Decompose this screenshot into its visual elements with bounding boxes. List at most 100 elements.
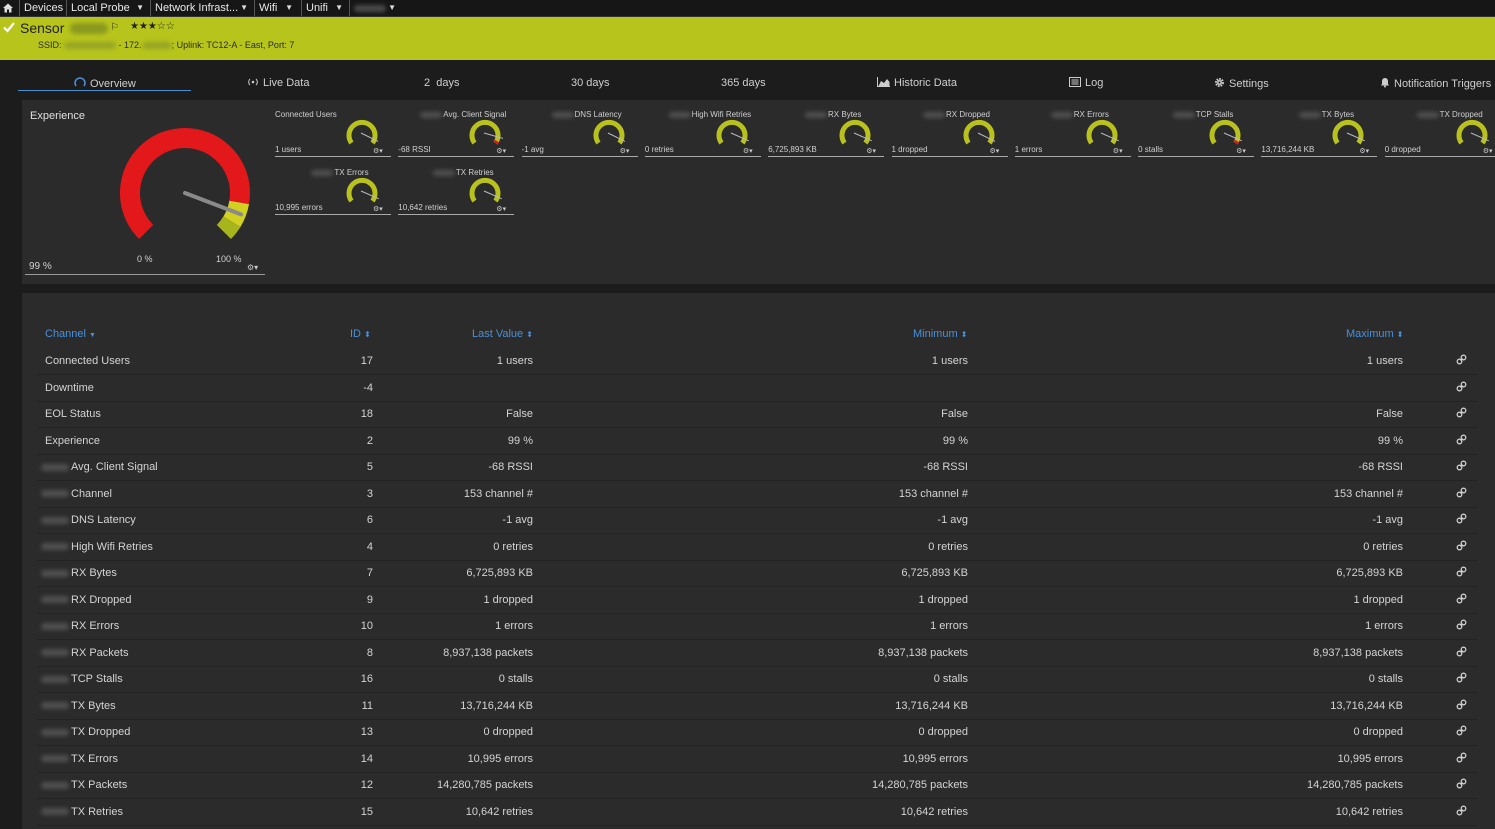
mini-gauge-tx-retries[interactable]: TX Retries 10,642 retries ⚙▾ — [398, 168, 515, 220]
table-row[interactable]: RX Errors 10 1 errors 1 errors 1 errors — [37, 613, 1477, 640]
column-header-minimum[interactable]: Minimum ⬍ — [913, 328, 967, 340]
column-header-channel[interactable]: Channel ▼ — [45, 328, 96, 340]
caret-down-icon[interactable]: ▼ — [388, 0, 396, 16]
table-row[interactable]: TX Dropped 13 0 dropped 0 dropped 0 dropped — [37, 719, 1477, 746]
mini-gauge-dns-latency[interactable]: DNS Latency -1 avg ⚙▾ — [521, 110, 638, 162]
breadcrumb-unifi[interactable]: Unifi ▼ — [301, 0, 349, 16]
link-icon[interactable] — [1456, 593, 1467, 604]
link-icon[interactable] — [1456, 566, 1467, 577]
tab-notification-triggers[interactable]: Notification Triggers — [1380, 77, 1491, 90]
breadcrumb-wifi[interactable]: Wifi ▼ — [254, 0, 299, 16]
pin-icon[interactable]: ▾ — [872, 148, 876, 155]
caret-down-icon[interactable]: ▼ — [335, 0, 343, 16]
mini-gauge-tools[interactable]: ⚙▾ — [1113, 147, 1123, 155]
mini-gauge-tx-dropped[interactable]: TX Dropped 0 dropped ⚙▾ — [1384, 110, 1495, 162]
caret-down-icon[interactable]: ▼ — [136, 0, 144, 16]
channel-name-cell[interactable]: TX Errors — [41, 753, 118, 765]
experience-gauge[interactable] — [105, 118, 265, 248]
link-icon[interactable] — [1456, 699, 1467, 710]
mini-gauge-tools[interactable]: ⚙▾ — [373, 147, 383, 155]
pin-icon[interactable]: ▾ — [1366, 148, 1370, 155]
tab-overview[interactable]: Overview — [74, 77, 136, 90]
channel-name-cell[interactable]: EOL Status — [45, 408, 101, 420]
mini-gauge-rx-dropped[interactable]: RX Dropped 1 dropped ⚙▾ — [891, 110, 1008, 162]
table-row[interactable]: Experience 2 99 % 99 % 99 % — [37, 428, 1477, 455]
breadcrumb-local-probe[interactable]: Local Probe ▼ — [66, 0, 150, 16]
table-row[interactable]: RX Packets 8 8,937,138 packets 8,937,138 pa… — [37, 640, 1477, 667]
link-icon[interactable] — [1456, 778, 1467, 789]
mini-gauge-tx-errors[interactable]: TX Errors 10,995 errors ⚙▾ — [275, 168, 391, 220]
mini-gauge-tools[interactable]: ⚙▾ — [1359, 147, 1369, 155]
channel-name-cell[interactable]: Channel — [41, 488, 112, 500]
link-icon[interactable] — [1456, 805, 1467, 816]
table-row[interactable]: High Wifi Retries 4 0 retries 0 retries 0 re… — [37, 534, 1477, 561]
link-icon[interactable] — [1456, 381, 1467, 392]
channel-name-cell[interactable]: RX Errors — [41, 620, 119, 632]
channel-name-cell[interactable]: RX Packets — [41, 647, 128, 659]
channel-name-cell[interactable]: Experience — [45, 435, 100, 447]
channel-name-cell[interactable]: TX Bytes — [41, 700, 116, 712]
table-row[interactable]: EOL Status 18 False False False — [37, 401, 1477, 428]
priority-stars[interactable]: ★★★☆☆ — [130, 21, 175, 32]
channel-name-cell[interactable]: TX Retries — [41, 806, 123, 818]
breadcrumb-devices[interactable]: Devices — [19, 0, 66, 16]
mini-gauge-connected-users[interactable]: Connected Users 1 users ⚙▾ — [275, 110, 391, 162]
channel-name-cell[interactable]: Avg. Client Signal — [41, 461, 158, 473]
pin-icon[interactable]: ▾ — [379, 206, 383, 213]
pin-icon[interactable]: ▾ — [254, 263, 258, 272]
table-row[interactable]: Channel 3 153 channel # 153 channel # 153 ch… — [37, 481, 1477, 508]
channel-name-cell[interactable]: TCP Stalls — [41, 673, 123, 685]
link-icon[interactable] — [1456, 460, 1467, 471]
pin-icon[interactable]: ▾ — [1119, 148, 1123, 155]
table-row[interactable]: RX Bytes 7 6,725,893 KB 6,725,893 KB 6,725,8… — [37, 560, 1477, 587]
mini-gauge-avg-client-signal[interactable]: Avg. Client Signal -68 RSSI ⚙▾ — [398, 110, 515, 162]
mini-gauge-tools[interactable]: ⚙▾ — [620, 147, 630, 155]
link-icon[interactable] — [1456, 672, 1467, 683]
link-icon[interactable] — [1456, 619, 1467, 630]
pin-icon[interactable]: ▾ — [749, 148, 753, 155]
breadcrumb-sensor[interactable]: ▼ — [349, 0, 402, 16]
pin-icon[interactable]: ▾ — [996, 148, 1000, 155]
link-icon[interactable] — [1456, 487, 1467, 498]
gauge-tools[interactable]: ⚙▾ — [247, 263, 258, 272]
link-icon[interactable] — [1456, 354, 1467, 365]
channel-name-cell[interactable]: DNS Latency — [41, 514, 136, 526]
mini-gauge-tools[interactable]: ⚙▾ — [1483, 147, 1493, 155]
channel-name-cell[interactable]: RX Bytes — [41, 567, 117, 579]
tab-2-days[interactable]: 2 days — [424, 77, 459, 89]
breadcrumb-network-infrastructure[interactable]: Network Infrast... ▼ — [150, 0, 254, 16]
flag-icon[interactable]: ⚐ — [110, 22, 119, 33]
tab-log[interactable]: Log — [1069, 77, 1103, 89]
tab-live-data[interactable]: Live Data — [247, 77, 309, 89]
channel-name-cell[interactable]: TX Dropped — [41, 726, 130, 738]
link-icon[interactable] — [1456, 407, 1467, 418]
mini-gauge-tcp-stalls[interactable]: TCP Stalls 0 stalls ⚙▾ — [1138, 110, 1255, 162]
table-row[interactable]: TX Bytes 11 13,716,244 KB 13,716,244 KB 13,7… — [37, 693, 1477, 720]
link-icon[interactable] — [1456, 434, 1467, 445]
mini-gauge-tools[interactable]: ⚙▾ — [373, 205, 383, 213]
pin-icon[interactable]: ▾ — [1242, 148, 1246, 155]
mini-gauge-tools[interactable]: ⚙▾ — [866, 147, 876, 155]
caret-down-icon[interactable]: ▼ — [240, 0, 248, 16]
channel-name-cell[interactable]: RX Dropped — [41, 594, 132, 606]
mini-gauge-tools[interactable]: ⚙▾ — [990, 147, 1000, 155]
pin-icon[interactable]: ▾ — [1489, 148, 1493, 155]
link-icon[interactable] — [1456, 752, 1467, 763]
mini-gauge-tools[interactable]: ⚙▾ — [496, 205, 506, 213]
column-header-id[interactable]: ID ⬍ — [350, 328, 371, 340]
home-icon[interactable] — [2, 2, 14, 14]
channel-name-cell[interactable]: High Wifi Retries — [41, 541, 153, 553]
caret-down-icon[interactable]: ▼ — [285, 0, 293, 16]
pin-icon[interactable]: ▾ — [626, 148, 630, 155]
table-row[interactable]: DNS Latency 6 -1 avg -1 avg -1 avg — [37, 507, 1477, 534]
table-row[interactable]: RX Dropped 9 1 dropped 1 dropped 1 dropped — [37, 587, 1477, 614]
channel-name-cell[interactable]: Downtime — [45, 382, 94, 394]
tab-settings[interactable]: Settings — [1214, 77, 1269, 90]
pin-icon[interactable]: ▾ — [503, 148, 507, 155]
mini-gauge-rx-bytes[interactable]: RX Bytes 6,725,893 KB ⚙▾ — [768, 110, 885, 162]
tab-365-days[interactable]: 365 days — [721, 77, 766, 89]
link-icon[interactable] — [1456, 513, 1467, 524]
column-header-maximum[interactable]: Maximum ⬍ — [1346, 328, 1403, 340]
table-row[interactable]: Avg. Client Signal 5 -68 RSSI -68 RSSI -68 R… — [37, 454, 1477, 481]
mini-gauge-tx-bytes[interactable]: TX Bytes 13,716,244 KB ⚙▾ — [1261, 110, 1378, 162]
